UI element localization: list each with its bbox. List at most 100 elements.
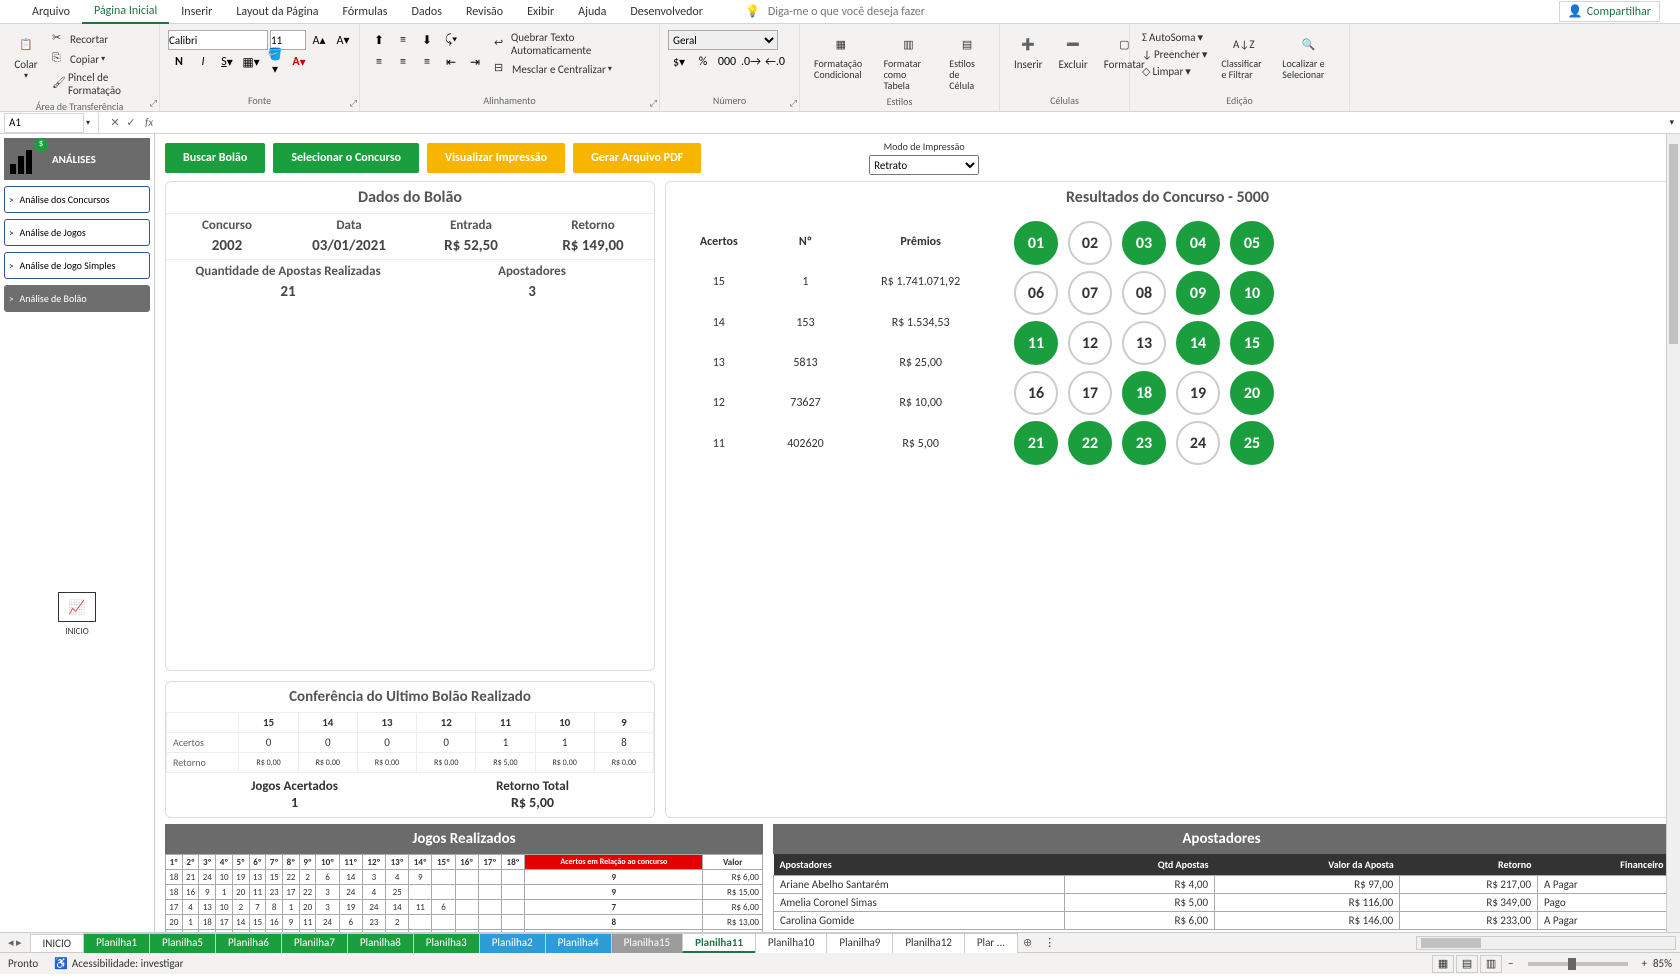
jogo-cell[interactable]: 2 xyxy=(299,870,316,885)
sidebar-item-concursos[interactable]: Análise dos Concursos xyxy=(4,186,150,213)
sheet-tab[interactable]: Planilha9 xyxy=(826,933,893,953)
jogo-cell[interactable]: 19 xyxy=(339,900,362,915)
jogo-cell[interactable]: 15 xyxy=(249,915,266,930)
share-button[interactable]: 👤 Compartilhar xyxy=(1559,1,1660,22)
jogo-cell[interactable] xyxy=(432,915,455,930)
jogo-cell[interactable]: 24 xyxy=(199,870,216,885)
selecionar-concurso-button[interactable]: Selecionar o Concurso xyxy=(273,143,419,173)
jogo-cell[interactable]: 1 xyxy=(182,915,199,930)
jogo-cell[interactable]: 25 xyxy=(386,885,409,900)
jogo-cell[interactable]: 20 xyxy=(232,930,249,933)
cell-styles-button[interactable]: ▤Estilos de Célula xyxy=(943,30,991,93)
sheet-tab-active[interactable]: Planilha11 xyxy=(682,933,756,953)
jogo-cell[interactable] xyxy=(501,870,524,885)
jogo-cell[interactable] xyxy=(432,870,455,885)
jogo-cell[interactable]: 18 xyxy=(166,885,183,900)
jogo-cell[interactable]: 17 xyxy=(283,930,300,933)
tell-me[interactable]: 💡 Diga-me o que você deseja fazer xyxy=(745,4,925,19)
jogo-cell[interactable]: 3 xyxy=(362,870,385,885)
sheet-tab[interactable]: Planilha12 xyxy=(892,933,965,953)
jogo-cell[interactable] xyxy=(478,900,501,915)
paste-button[interactable]: 📋 Colar ▾ xyxy=(8,30,44,83)
font-name-select[interactable] xyxy=(168,30,268,50)
jogo-cell[interactable] xyxy=(501,900,524,915)
format-as-table-button[interactable]: ▥Formatar como Tabela xyxy=(878,30,940,93)
underline-button[interactable]: S▾ xyxy=(216,52,238,72)
apost-cell[interactable]: R$ 5,00 xyxy=(1064,894,1214,912)
jogo-cell[interactable] xyxy=(478,870,501,885)
apost-cell[interactable]: R$ 217,00 xyxy=(1400,876,1538,894)
jogo-cell[interactable]: 24 xyxy=(339,885,362,900)
visualizar-impressao-button[interactable]: Visualizar Impressão xyxy=(427,143,565,173)
jogo-cell[interactable]: 14 xyxy=(339,870,362,885)
accept-formula-button[interactable]: ✓ xyxy=(123,116,139,129)
jogo-cell[interactable] xyxy=(432,885,455,900)
tab-revisao[interactable]: Revisão xyxy=(454,1,515,23)
autosum-button[interactable]: Σ AutoSoma ▾ xyxy=(1138,30,1211,45)
percent-button[interactable]: % xyxy=(692,52,714,72)
jogo-cell[interactable]: 17 xyxy=(216,915,233,930)
decrease-decimal-button[interactable]: ←.0 xyxy=(764,52,786,72)
jogo-cell[interactable]: 6 xyxy=(432,900,455,915)
jogo-cell[interactable]: 8 xyxy=(266,900,283,915)
jogo-cell[interactable]: 4 xyxy=(182,900,199,915)
jogo-cell[interactable]: 6 xyxy=(339,915,362,930)
apost-cell[interactable]: Carolina Gomide xyxy=(774,912,1065,930)
jogo-cell[interactable]: 24 xyxy=(299,930,316,933)
number-format-select[interactable]: Geral xyxy=(668,30,778,50)
jogo-cell[interactable] xyxy=(409,885,432,900)
jogo-cell[interactable]: 22 xyxy=(283,870,300,885)
decrease-indent-button[interactable]: ⇤ xyxy=(440,52,462,72)
sheet-tab[interactable]: Planilha10 xyxy=(755,933,828,953)
thousands-button[interactable]: 000 xyxy=(716,52,738,72)
jogo-cell[interactable]: 18 xyxy=(166,870,183,885)
jogo-cell[interactable]: 3 xyxy=(316,900,339,915)
sidebar-item-bolao[interactable]: Análise de Bolão xyxy=(4,285,150,312)
jogo-cell[interactable]: 20 xyxy=(299,900,316,915)
cut-button[interactable]: ✂Recortar xyxy=(48,30,151,48)
jogo-cell[interactable]: 11 xyxy=(299,915,316,930)
apost-cell[interactable]: R$ 4,00 xyxy=(1064,876,1214,894)
sheet-tab[interactable]: Planilha1 xyxy=(83,933,150,953)
insert-cells-button[interactable]: ➕Inserir xyxy=(1008,30,1049,73)
align-middle-button[interactable]: ≡ xyxy=(392,30,414,50)
align-right-button[interactable]: ≡ xyxy=(416,52,438,72)
fill-button[interactable]: ↓ Preencher ▾ xyxy=(1138,47,1211,62)
jogo-cell[interactable]: 19 xyxy=(182,930,199,933)
jogo-cell[interactable]: 23 xyxy=(266,885,283,900)
formula-expand-button[interactable]: ▾ xyxy=(1663,117,1680,128)
jogo-cell[interactable] xyxy=(409,915,432,930)
jogo-cell[interactable]: 14 xyxy=(232,915,249,930)
tab-ajuda[interactable]: Ajuda xyxy=(566,1,618,23)
tab-layout[interactable]: Layout da Página xyxy=(224,1,330,23)
gerar-pdf-button[interactable]: Gerar Arquivo PDF xyxy=(573,143,701,173)
sheet-tab[interactable]: Planilha7 xyxy=(281,933,348,953)
apost-cell[interactable]: R$ 97,00 xyxy=(1215,876,1400,894)
jogo-cell[interactable]: 11 xyxy=(409,900,432,915)
jogo-cell[interactable]: 17 xyxy=(283,885,300,900)
formula-input[interactable] xyxy=(153,113,1663,133)
jogo-cell[interactable]: 21 xyxy=(182,870,199,885)
jogo-cell[interactable] xyxy=(455,870,478,885)
sheet-tab[interactable]: Planilha4 xyxy=(545,933,612,953)
sheet-tab[interactable]: Planilha3 xyxy=(413,933,480,953)
buscar-bolao-button[interactable]: Buscar Bolão xyxy=(165,143,265,173)
jogo-cell[interactable]: 24 xyxy=(316,915,339,930)
jogo-cell[interactable]: 3 xyxy=(216,930,233,933)
jogo-cell[interactable]: 20 xyxy=(232,885,249,900)
horizontal-scrollbar[interactable] xyxy=(1416,936,1676,950)
italic-button[interactable]: I xyxy=(192,52,214,72)
sidebar-item-jogo-simples[interactable]: Análise de Jogo Simples xyxy=(4,252,150,279)
jogo-cell[interactable]: 24 xyxy=(362,900,385,915)
cancel-formula-button[interactable]: ✕ xyxy=(107,116,123,129)
jogo-cell[interactable]: 10 xyxy=(216,900,233,915)
jogo-cell[interactable]: 18 xyxy=(409,930,432,933)
jogo-cell[interactable]: 16 xyxy=(362,930,385,933)
jogo-cell[interactable]: 1 xyxy=(283,900,300,915)
sidebar-item-jogos[interactable]: Análise de Jogos xyxy=(4,219,150,246)
tab-pagina-inicial[interactable]: Página Inicial xyxy=(82,0,169,24)
apost-cell[interactable]: R$ 6,00 xyxy=(1064,912,1214,930)
alignment-launcher[interactable]: ⤢ xyxy=(650,98,657,109)
jogo-cell[interactable]: 3 xyxy=(316,885,339,900)
jogo-cell[interactable]: 22 xyxy=(299,885,316,900)
